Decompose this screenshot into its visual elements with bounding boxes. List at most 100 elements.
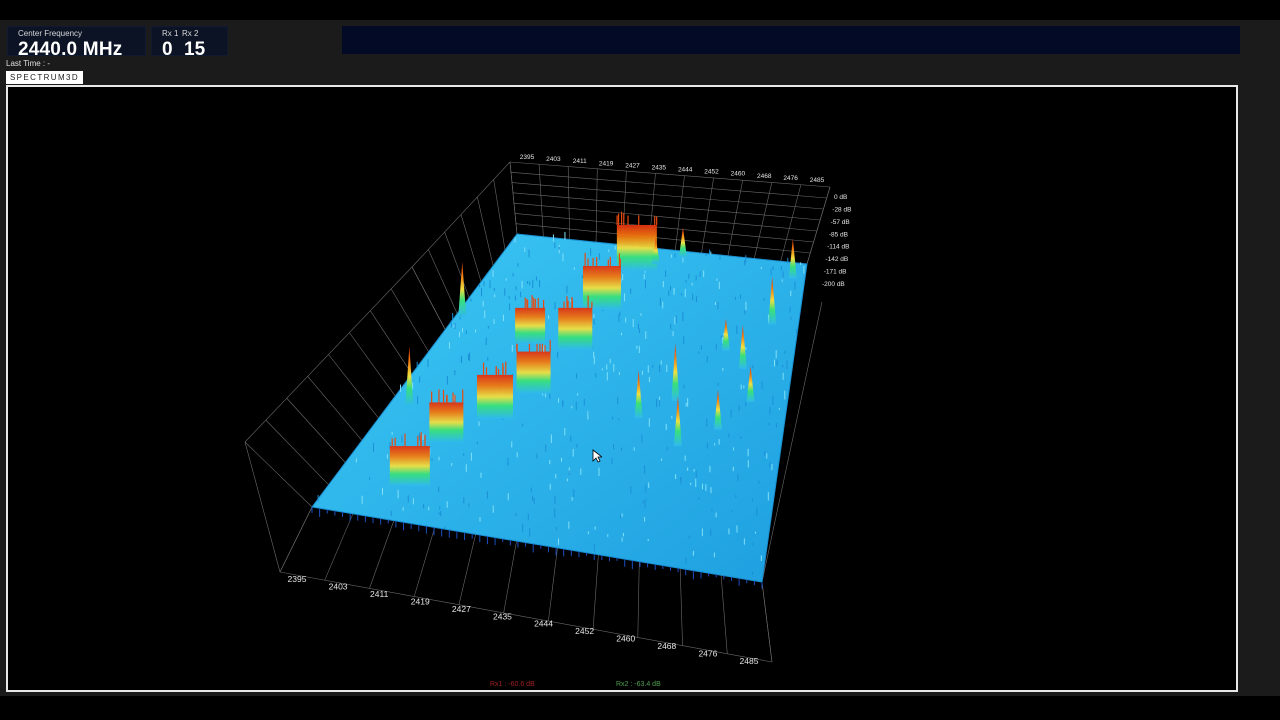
bottom-freq-tick-label: 2403 [329, 581, 348, 591]
left-wall-gridline [460, 214, 482, 282]
back-wall-gridline [509, 161, 831, 188]
front-gridline [458, 534, 476, 605]
back-wall-gridline [511, 182, 824, 210]
signal-block [515, 307, 546, 344]
rx-counter-panel: Rx 1 Rx 2 0 15 [151, 26, 228, 60]
back-wall-gridline [567, 166, 571, 240]
tab-spectrum3d[interactable]: SPECTRUM3D [6, 71, 83, 84]
signal-spike [788, 238, 797, 279]
back-wall-gridline [595, 168, 598, 243]
left-wall-gridline [244, 441, 313, 508]
bottom-freq-tick-label: 2460 [616, 634, 635, 644]
left-wall-gridline [428, 249, 458, 314]
front-gridline [761, 581, 773, 663]
top-freq-tick-label: 2485 [810, 177, 825, 184]
db-tick-label: -171 dB [824, 269, 847, 276]
bottom-freq-tick-label: 2419 [411, 596, 430, 606]
db-tick-label: -200 dB [822, 281, 845, 288]
db-tick-label: -142 dB [825, 256, 848, 263]
top-freq-tick-label: 2395 [520, 154, 535, 161]
back-wall-gridline [513, 202, 817, 232]
signal-spike [678, 227, 687, 258]
center-frequency-panel: Center Frequency 2440.0 MHz [7, 26, 146, 60]
left-wall-gridline [493, 179, 506, 250]
db-tick-label: -114 dB [827, 244, 849, 251]
bottom-freq-tick-label: 2468 [657, 641, 676, 651]
back-wall-gridline [701, 177, 714, 254]
left-wall-gridline [411, 161, 511, 268]
left-wall-gridline [390, 288, 429, 352]
top-freq-tick-label: 2452 [704, 169, 719, 176]
spectrum-analyzer-window: Center Frequency 2440.0 MHz Rx 1 Rx 2 0 … [0, 0, 1280, 720]
bottom-freq-tick-label: 2435 [493, 611, 512, 621]
top-freq-tick-label: 2419 [599, 160, 614, 167]
front-gridline [637, 561, 640, 638]
center-frequency-label: Center Frequency [18, 29, 83, 38]
signal-block [476, 374, 513, 419]
bottom-freq-tick-label: 2476 [698, 649, 717, 659]
front-gridline [369, 520, 395, 589]
rx2-label: Rx 2 [182, 29, 199, 38]
signal-block [389, 446, 430, 487]
front-gridline [324, 513, 354, 581]
bottom-freq-tick-label: 2452 [575, 626, 594, 636]
bottom-strip [0, 696, 1280, 720]
last-time-label: Last Time : - [6, 59, 51, 68]
back-wall-gridline [514, 213, 814, 243]
top-freq-tick-label: 2427 [625, 162, 640, 169]
bottom-freq-tick-label: 2444 [534, 619, 553, 629]
signal-block [429, 402, 464, 443]
back-wall-gridline [512, 192, 821, 221]
rx1-value: 0 [162, 39, 173, 60]
signal-spike [458, 261, 467, 317]
rx2-value: 15 [184, 39, 206, 60]
left-wall-gridline [477, 196, 494, 266]
back-wall-gridline [727, 180, 744, 256]
back-wall-gridline [780, 184, 802, 262]
right-gridline [806, 186, 831, 265]
noise-floor-plane [311, 233, 808, 583]
signal-block [616, 224, 657, 271]
left-wall-gridline [286, 398, 346, 463]
signal-block [516, 351, 551, 394]
top-freq-tick-label: 2435 [652, 164, 667, 171]
top-freq-tick-label: 2460 [731, 171, 746, 178]
front-gridline [592, 554, 599, 630]
spectrum3d-chart[interactable]: 2395 2403 2411 2419 2427 2435 2444 2452 2460 2468… [8, 87, 1236, 690]
rx1-level-readout: Rx1 : -60.6 dB [490, 681, 535, 688]
front-gridline [279, 506, 313, 573]
top-strip [0, 0, 1280, 20]
back-wall-gridline [510, 171, 827, 199]
left-wall-gridline [444, 231, 470, 298]
db-tick-label: 0 dB [834, 194, 847, 201]
db-tick-label: -57 dB [831, 219, 850, 226]
db-tick-label: -28 dB [832, 206, 851, 213]
rx2-level-readout: Rx2 : -63.4 dB [616, 681, 661, 688]
top-freq-tick-label: 2444 [678, 167, 693, 174]
front-gridline [413, 527, 436, 597]
db-tick-label: -85 dB [829, 231, 848, 238]
front-gridline [679, 568, 683, 646]
top-freq-tick-label: 2468 [757, 173, 772, 180]
mouse-pointer-icon [592, 449, 602, 463]
back-wall-gridline [753, 182, 773, 259]
left-wall-gridline [328, 354, 379, 419]
front-gridline [503, 541, 517, 613]
front-gridline [720, 575, 728, 654]
left-wall-gridline [349, 332, 396, 397]
top-freq-tick-label: 2476 [783, 175, 798, 182]
left-wall-gridline [369, 310, 413, 375]
center-frequency-value: 2440.0 MHz [18, 39, 123, 60]
top-freq-tick-label: 2411 [573, 158, 587, 165]
bottom-freq-tick-label: 2411 [370, 589, 389, 599]
front-gridline [548, 547, 558, 622]
spectrum3d-plot-area[interactable]: 2395 2403 2411 2419 2427 2435 2444 2452 2460 2468… [6, 85, 1238, 692]
bottom-freq-tick-label: 2485 [740, 656, 759, 666]
left-wall-gridline [265, 419, 329, 486]
signal-block [558, 307, 593, 350]
noise-floor-surface [311, 231, 808, 589]
rx1-label: Rx 1 [162, 29, 179, 38]
bottom-freq-tick-label: 2427 [452, 604, 471, 614]
status-bar [342, 26, 1240, 54]
bottom-freq-tick-label: 2395 [288, 574, 307, 584]
